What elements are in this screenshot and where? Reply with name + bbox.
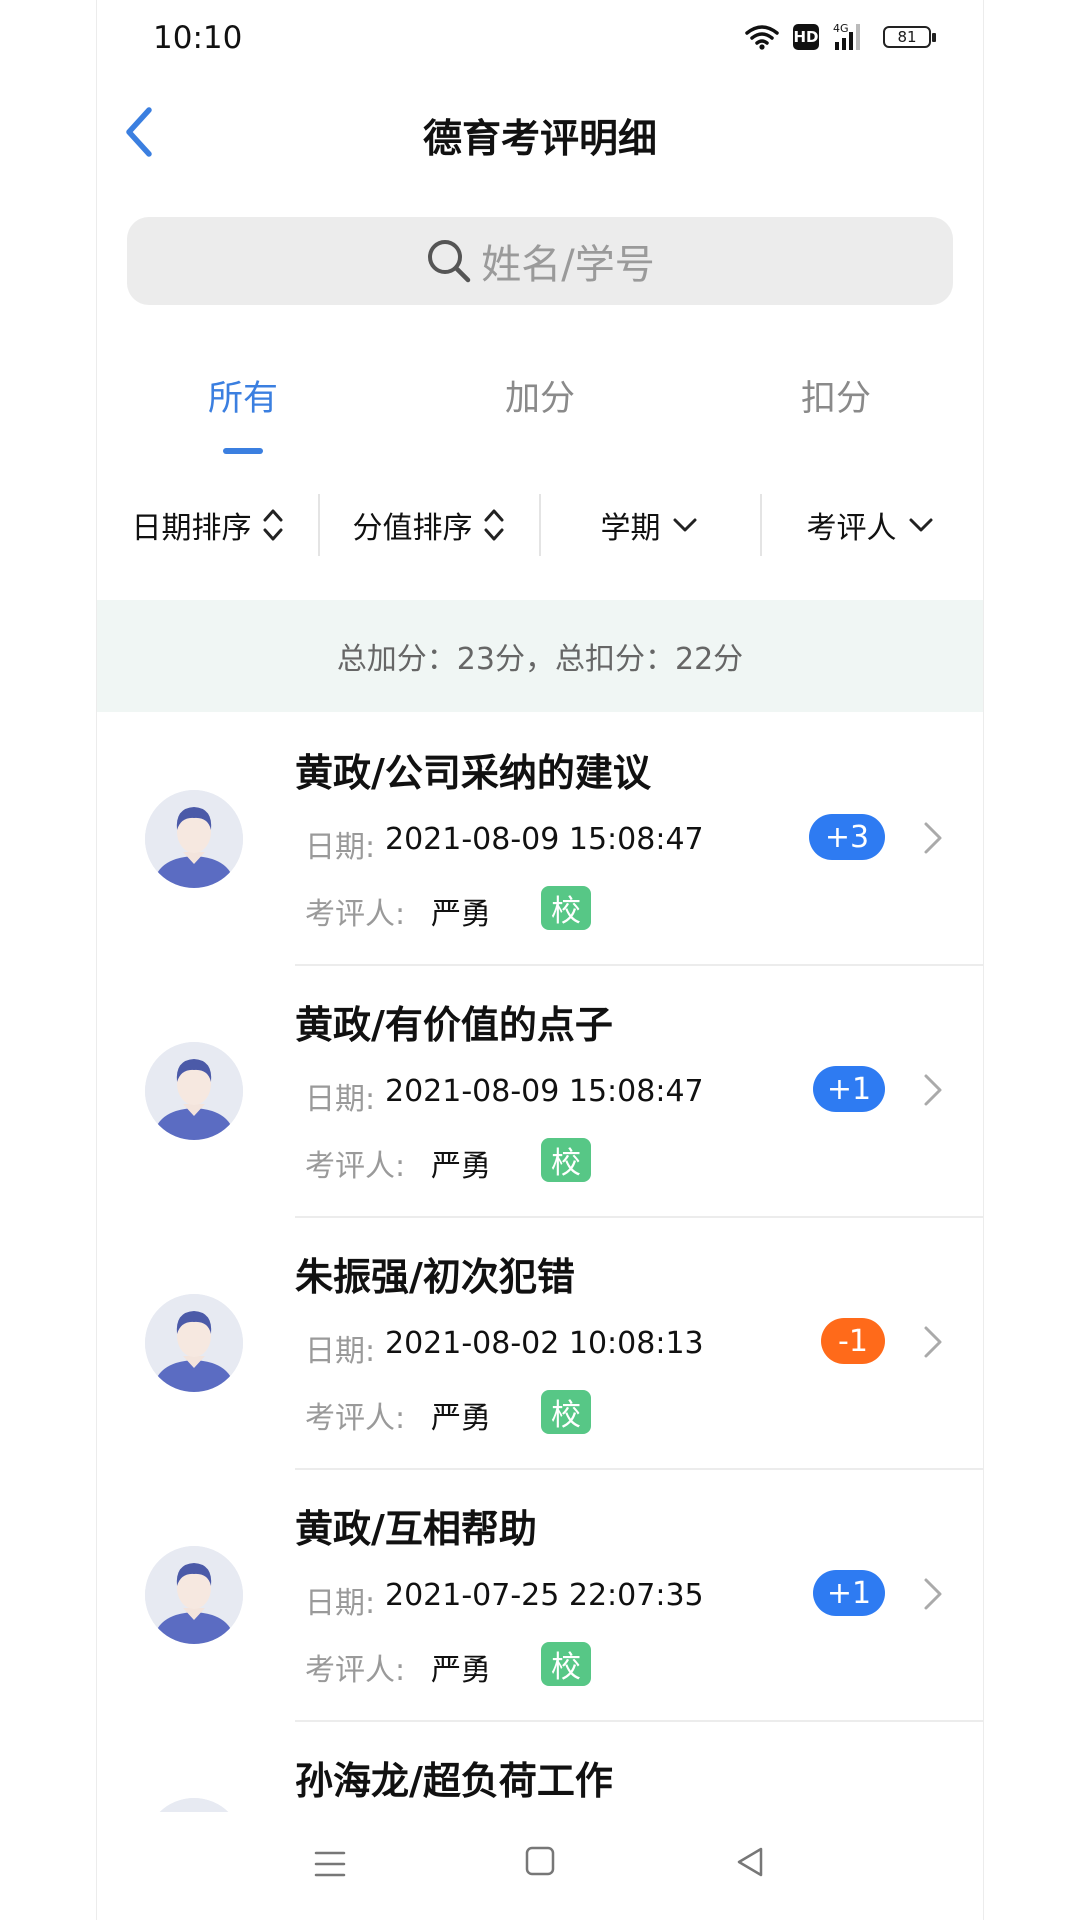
list-item[interactable]: 黄政/有价值的点子 日期: 2021-08-09 15:08:47 考评人: 严… — [97, 966, 983, 1218]
back-triangle-icon[interactable] — [733, 1845, 767, 1879]
hd-icon: HD — [793, 24, 819, 50]
search-placeholder: 姓名/学号 — [481, 242, 655, 288]
school-badge: 校 — [541, 886, 591, 930]
header: 德育考评明细 — [97, 78, 983, 188]
filter-date-sort[interactable]: 日期排序 — [97, 490, 318, 560]
evaluator-name: 严勇 — [431, 1653, 491, 1688]
chevron-right-icon[interactable] — [922, 1072, 944, 1108]
score-badge: +3 — [809, 814, 885, 860]
date-label: 日期: — [305, 830, 376, 865]
score-badge: +1 — [813, 1066, 885, 1112]
page-title: 德育考评明细 — [422, 117, 657, 162]
list-item[interactable]: 黄政/互相帮助 日期: 2021-07-25 22:07:35 考评人: 严勇 … — [97, 1470, 983, 1722]
evaluator-label: 考评人: — [305, 897, 406, 932]
evaluator-name: 严勇 — [431, 1149, 491, 1184]
status-time: 10:10 — [153, 20, 243, 56]
tab-add-points[interactable]: 加分 — [440, 370, 640, 421]
evaluator-label: 考评人: — [305, 1401, 406, 1436]
evaluator-label: 考评人: — [305, 1149, 406, 1184]
wifi-icon — [745, 25, 779, 50]
filter-semester[interactable]: 学期 — [539, 490, 760, 560]
filter-bar: 日期排序 分值排序 学期 考评人 — [97, 490, 983, 560]
record-list: 黄政/公司采纳的建议 日期: 2021-08-09 15:08:47 考评人: … — [97, 714, 983, 1814]
chevron-right-icon[interactable] — [922, 820, 944, 856]
item-date: 2021-08-02 10:08:13 — [385, 1326, 704, 1361]
tab-deduct-points[interactable]: 扣分 — [736, 370, 936, 421]
signal-icon: 4G — [833, 22, 860, 50]
date-label: 日期: — [305, 1334, 376, 1369]
network-type: 4G — [833, 22, 849, 35]
item-date: 2021-07-25 22:07:35 — [385, 1578, 704, 1613]
date-label: 日期: — [305, 1082, 376, 1117]
filter-evaluator[interactable]: 考评人 — [760, 490, 981, 560]
school-badge: 校 — [541, 1642, 591, 1686]
evaluator-name: 严勇 — [431, 897, 491, 932]
evaluator-label: 考评人: — [305, 1653, 406, 1688]
system-nav-bar — [97, 1812, 983, 1920]
tab-all[interactable]: 所有 — [143, 370, 343, 421]
date-label: 日期: — [305, 1586, 376, 1621]
list-item[interactable]: 朱振强/初次犯错 日期: 2021-08-02 10:08:13 考评人: 严勇… — [97, 1218, 983, 1470]
avatar — [145, 1294, 243, 1392]
item-title: 孙海龙/超负荷工作 — [295, 1759, 613, 1803]
phone-screen: 10:10 HD 4G 81 德育考评明细 姓名/学号 所有 加分 扣分 日期排… — [96, 0, 984, 1920]
tab-bar: 所有 加分 扣分 — [97, 360, 983, 460]
status-bar: 10:10 HD 4G 81 — [97, 0, 983, 78]
menu-icon[interactable] — [313, 1847, 347, 1881]
item-date: 2021-08-09 15:08:47 — [385, 822, 704, 857]
tab-active-indicator — [223, 448, 263, 454]
sort-icon — [263, 509, 282, 541]
filter-score-sort[interactable]: 分值排序 — [318, 490, 539, 560]
score-badge: +1 — [813, 1570, 885, 1616]
chevron-right-icon[interactable] — [922, 1576, 944, 1612]
avatar — [145, 1546, 243, 1644]
chevron-right-icon[interactable] — [922, 1324, 944, 1360]
avatar — [145, 1042, 243, 1140]
avatar — [145, 790, 243, 888]
school-badge: 校 — [541, 1390, 591, 1434]
school-badge: 校 — [541, 1138, 591, 1182]
score-summary: 总加分：23分，总扣分：22分 — [97, 600, 983, 712]
item-title: 黄政/互相帮助 — [295, 1507, 537, 1551]
filter-label: 学期 — [600, 511, 661, 546]
evaluator-name: 严勇 — [431, 1401, 491, 1436]
list-item[interactable]: 孙海龙/超负荷工作 — [97, 1722, 983, 1814]
sort-icon — [484, 509, 503, 541]
item-title: 黄政/有价值的点子 — [295, 1003, 613, 1047]
filter-label: 日期排序 — [131, 511, 252, 546]
battery-icon: 81 — [883, 26, 936, 48]
score-badge: -1 — [821, 1318, 885, 1364]
item-title: 朱振强/初次犯错 — [295, 1255, 575, 1299]
chevron-down-icon — [909, 518, 932, 532]
status-icons: HD 4G 81 — [745, 22, 936, 52]
search-icon — [428, 240, 471, 283]
filter-label: 考评人 — [806, 511, 897, 546]
list-item[interactable]: 黄政/公司采纳的建议 日期: 2021-08-09 15:08:47 考评人: … — [97, 714, 983, 966]
filter-label: 分值排序 — [352, 511, 473, 546]
item-title: 黄政/公司采纳的建议 — [295, 751, 651, 795]
search-bar[interactable]: 姓名/学号 — [127, 217, 953, 305]
item-date: 2021-08-09 15:08:47 — [385, 1074, 704, 1109]
chevron-down-icon — [673, 518, 696, 532]
home-icon[interactable] — [525, 1846, 555, 1876]
